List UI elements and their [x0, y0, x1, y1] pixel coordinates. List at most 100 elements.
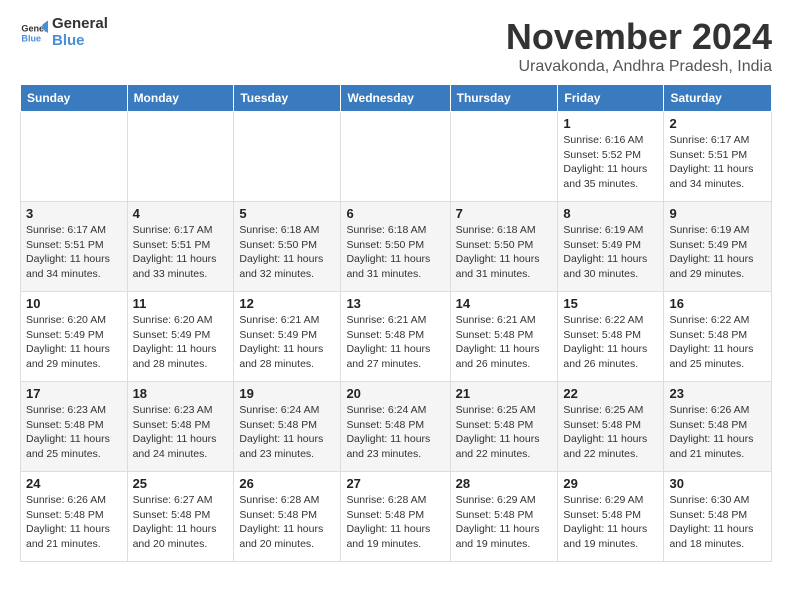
weekday-header-wednesday: Wednesday: [341, 85, 450, 112]
day-number: 28: [456, 476, 553, 491]
week-row-3: 10 Sunrise: 6:20 AMSunset: 5:49 PMDayligh…: [21, 292, 772, 382]
day-info: Sunrise: 6:24 AMSunset: 5:48 PMDaylight:…: [239, 403, 335, 462]
day-cell: 18 Sunrise: 6:23 AMSunset: 5:48 PMDayligh…: [127, 382, 234, 472]
weekday-header-thursday: Thursday: [450, 85, 558, 112]
logo: General Blue General Blue: [20, 16, 108, 49]
day-info: Sunrise: 6:28 AMSunset: 5:48 PMDaylight:…: [346, 493, 444, 552]
weekday-header-saturday: Saturday: [664, 85, 772, 112]
day-number: 9: [669, 206, 766, 221]
day-number: 16: [669, 296, 766, 311]
day-cell: 20 Sunrise: 6:24 AMSunset: 5:48 PMDayligh…: [341, 382, 450, 472]
day-info: Sunrise: 6:21 AMSunset: 5:49 PMDaylight:…: [239, 313, 335, 372]
day-cell: 2 Sunrise: 6:17 AMSunset: 5:51 PMDaylight…: [664, 112, 772, 202]
header: General Blue General Blue November 2024 …: [20, 16, 772, 76]
day-info: Sunrise: 6:16 AMSunset: 5:52 PMDaylight:…: [563, 133, 658, 192]
day-number: 8: [563, 206, 658, 221]
day-info: Sunrise: 6:30 AMSunset: 5:48 PMDaylight:…: [669, 493, 766, 552]
day-cell: 5 Sunrise: 6:18 AMSunset: 5:50 PMDaylight…: [234, 202, 341, 292]
day-cell: 9 Sunrise: 6:19 AMSunset: 5:49 PMDaylight…: [664, 202, 772, 292]
day-number: 14: [456, 296, 553, 311]
day-number: 30: [669, 476, 766, 491]
week-row-4: 17 Sunrise: 6:23 AMSunset: 5:48 PMDayligh…: [21, 382, 772, 472]
day-cell: 29 Sunrise: 6:29 AMSunset: 5:48 PMDayligh…: [558, 472, 664, 562]
day-cell: 21 Sunrise: 6:25 AMSunset: 5:48 PMDayligh…: [450, 382, 558, 472]
day-info: Sunrise: 6:25 AMSunset: 5:48 PMDaylight:…: [563, 403, 658, 462]
day-info: Sunrise: 6:26 AMSunset: 5:48 PMDaylight:…: [26, 493, 122, 552]
weekday-header-row: SundayMondayTuesdayWednesdayThursdayFrid…: [21, 85, 772, 112]
day-number: 11: [133, 296, 229, 311]
day-number: 5: [239, 206, 335, 221]
day-info: Sunrise: 6:17 AMSunset: 5:51 PMDaylight:…: [26, 223, 122, 282]
day-cell: [234, 112, 341, 202]
day-number: 10: [26, 296, 122, 311]
day-number: 6: [346, 206, 444, 221]
day-number: 25: [133, 476, 229, 491]
day-info: Sunrise: 6:24 AMSunset: 5:48 PMDaylight:…: [346, 403, 444, 462]
day-number: 17: [26, 386, 122, 401]
day-cell: 12 Sunrise: 6:21 AMSunset: 5:49 PMDayligh…: [234, 292, 341, 382]
day-number: 24: [26, 476, 122, 491]
logo-blue: Blue: [52, 33, 108, 50]
day-info: Sunrise: 6:25 AMSunset: 5:48 PMDaylight:…: [456, 403, 553, 462]
day-cell: 16 Sunrise: 6:22 AMSunset: 5:48 PMDayligh…: [664, 292, 772, 382]
day-info: Sunrise: 6:20 AMSunset: 5:49 PMDaylight:…: [133, 313, 229, 372]
day-cell: 25 Sunrise: 6:27 AMSunset: 5:48 PMDayligh…: [127, 472, 234, 562]
day-cell: 14 Sunrise: 6:21 AMSunset: 5:48 PMDayligh…: [450, 292, 558, 382]
week-row-1: 1 Sunrise: 6:16 AMSunset: 5:52 PMDaylight…: [21, 112, 772, 202]
day-info: Sunrise: 6:28 AMSunset: 5:48 PMDaylight:…: [239, 493, 335, 552]
day-info: Sunrise: 6:17 AMSunset: 5:51 PMDaylight:…: [669, 133, 766, 192]
day-cell: 4Sunrise: 6:17 AMSunset: 5:51 PMDaylight…: [127, 202, 234, 292]
day-cell: 22 Sunrise: 6:25 AMSunset: 5:48 PMDayligh…: [558, 382, 664, 472]
day-number: 1: [563, 116, 658, 131]
day-cell: 15Sunrise: 6:22 AMSunset: 5:48 PMDayligh…: [558, 292, 664, 382]
day-number: 22: [563, 386, 658, 401]
day-info: Sunrise: 6:21 AMSunset: 5:48 PMDaylight:…: [456, 313, 553, 372]
day-info: Sunrise: 6:27 AMSunset: 5:48 PMDaylight:…: [133, 493, 229, 552]
day-cell: 19 Sunrise: 6:24 AMSunset: 5:48 PMDayligh…: [234, 382, 341, 472]
day-info: Sunrise: 6:29 AMSunset: 5:48 PMDaylight:…: [563, 493, 658, 552]
day-info: Sunrise: 6:19 AMSunset: 5:49 PMDaylight:…: [669, 223, 766, 282]
logo-icon: General Blue: [20, 19, 48, 47]
day-info: Sunrise: 6:18 AMSunset: 5:50 PMDaylight:…: [239, 223, 335, 282]
day-cell: 6 Sunrise: 6:18 AMSunset: 5:50 PMDaylight…: [341, 202, 450, 292]
day-cell: 28 Sunrise: 6:29 AMSunset: 5:48 PMDayligh…: [450, 472, 558, 562]
day-cell: [127, 112, 234, 202]
month-title: November 2024: [506, 16, 772, 58]
day-cell: 3 Sunrise: 6:17 AMSunset: 5:51 PMDaylight…: [21, 202, 128, 292]
week-row-5: 24 Sunrise: 6:26 AMSunset: 5:48 PMDayligh…: [21, 472, 772, 562]
day-info: Sunrise: 6:19 AMSunset: 5:49 PMDaylight:…: [563, 223, 658, 282]
day-number: 19: [239, 386, 335, 401]
day-cell: [450, 112, 558, 202]
day-number: 26: [239, 476, 335, 491]
day-number: 29: [563, 476, 658, 491]
day-cell: 24 Sunrise: 6:26 AMSunset: 5:48 PMDayligh…: [21, 472, 128, 562]
day-number: 18: [133, 386, 229, 401]
weekday-header-tuesday: Tuesday: [234, 85, 341, 112]
location-title: Uravakonda, Andhra Pradesh, India: [506, 58, 772, 76]
day-info: Sunrise: 6:23 AMSunset: 5:48 PMDaylight:…: [133, 403, 229, 462]
day-info: Sunrise: 6:22 AMSunset: 5:48 PMDaylight:…: [669, 313, 766, 372]
day-cell: 30 Sunrise: 6:30 AMSunset: 5:48 PMDayligh…: [664, 472, 772, 562]
week-row-2: 3 Sunrise: 6:17 AMSunset: 5:51 PMDaylight…: [21, 202, 772, 292]
day-cell: 17Sunrise: 6:23 AMSunset: 5:48 PMDayligh…: [21, 382, 128, 472]
day-number: 23: [669, 386, 766, 401]
day-cell: 10Sunrise: 6:20 AMSunset: 5:49 PMDayligh…: [21, 292, 128, 382]
day-info: Sunrise: 6:18 AMSunset: 5:50 PMDaylight:…: [346, 223, 444, 282]
day-cell: 1 Sunrise: 6:16 AMSunset: 5:52 PMDaylight…: [558, 112, 664, 202]
day-info: Sunrise: 6:21 AMSunset: 5:48 PMDaylight:…: [346, 313, 444, 372]
day-number: 27: [346, 476, 444, 491]
day-cell: 27 Sunrise: 6:28 AMSunset: 5:48 PMDayligh…: [341, 472, 450, 562]
day-number: 21: [456, 386, 553, 401]
calendar-table: SundayMondayTuesdayWednesdayThursdayFrid…: [20, 84, 772, 562]
day-number: 12: [239, 296, 335, 311]
day-number: 2: [669, 116, 766, 131]
day-number: 20: [346, 386, 444, 401]
day-cell: 11 Sunrise: 6:20 AMSunset: 5:49 PMDayligh…: [127, 292, 234, 382]
day-cell: 23Sunrise: 6:26 AMSunset: 5:48 PMDayligh…: [664, 382, 772, 472]
day-info: Sunrise: 6:29 AMSunset: 5:48 PMDaylight:…: [456, 493, 553, 552]
day-number: 4: [133, 206, 229, 221]
day-cell: 8 Sunrise: 6:19 AMSunset: 5:49 PMDaylight…: [558, 202, 664, 292]
day-number: 13: [346, 296, 444, 311]
weekday-header-friday: Friday: [558, 85, 664, 112]
day-number: 3: [26, 206, 122, 221]
